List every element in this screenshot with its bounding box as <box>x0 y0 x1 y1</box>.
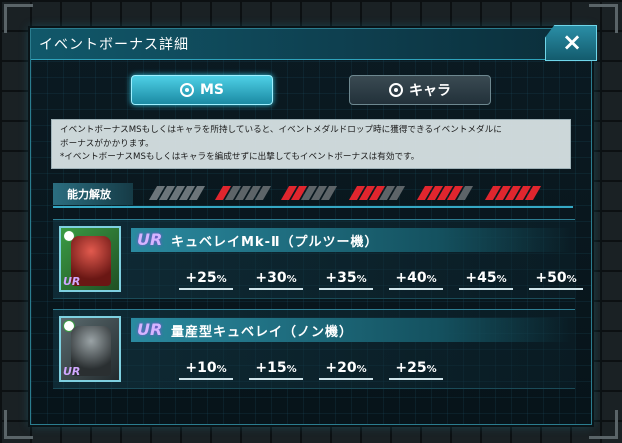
bonus-value: +50% <box>529 268 583 290</box>
bonus-value: +20% <box>319 358 373 380</box>
description-line: ボーナスがかかります。 <box>60 138 154 149</box>
release-level-1 <box>214 186 272 200</box>
bonus-value: +15% <box>249 358 303 380</box>
dialog-title: イベントボーナス詳細 <box>39 37 189 53</box>
tab-ms[interactable]: MS <box>131 75 273 105</box>
release-level-0 <box>148 186 206 200</box>
bonus-value: +45% <box>459 268 513 290</box>
frame-corner <box>4 410 33 439</box>
bonus-value: +40% <box>389 268 443 290</box>
bonus-values: +25% +30% +35% +40% +45% +50% <box>179 268 583 290</box>
ability-release-label: 能力解放 <box>53 183 133 205</box>
frame-corner <box>589 410 618 439</box>
tab-label: MS <box>199 82 224 98</box>
unit-name: キュベレイMk-Ⅱ（プルツー機） <box>171 235 379 250</box>
frame-corner <box>4 4 33 33</box>
close-icon: × <box>562 28 583 56</box>
rarity-badge: UR <box>63 275 81 288</box>
target-icon <box>179 83 194 97</box>
bonus-values: +10% +15% +20% +25% <box>179 358 443 380</box>
event-bonus-dialog: イベントボーナス詳細 × MS キャラ イベントボーナスMSもしくはキャラを所持… <box>30 25 597 425</box>
bonus-value: +30% <box>249 268 303 290</box>
bonus-unit-row[interactable]: UR UR キュベレイMk-Ⅱ（プルツー機） +25% +30% +35% +40% +… <box>53 219 583 299</box>
divider <box>53 206 573 208</box>
target-icon <box>389 83 403 97</box>
rarity-icon: UR <box>137 320 163 339</box>
description-line: *イベントボーナスMSもしくはキャラを編成せずに出撃してもイベントボーナスは有効… <box>60 152 420 162</box>
bonus-value: +35% <box>319 268 373 290</box>
bonus-value: +25% <box>389 358 443 380</box>
unit-portrait: UR <box>59 316 121 382</box>
release-level-2 <box>280 186 338 200</box>
rarity-badge: UR <box>63 365 81 378</box>
release-level-3 <box>348 186 406 200</box>
ability-release-header: 能力解放 <box>53 183 573 208</box>
close-button[interactable]: × <box>545 25 597 61</box>
bonus-value: +25% <box>179 268 233 290</box>
description-line: イベントボーナスMSもしくはキャラを所持していると、イベントメダルドロップ時に獲… <box>60 125 502 135</box>
bonus-value: +10% <box>179 358 233 380</box>
tab-label: キャラ <box>409 83 451 99</box>
rarity-icon: UR <box>137 230 163 249</box>
bonus-unit-row[interactable]: UR UR 量産型キュベレイ（ノン機） +10% +15% +20% +25% <box>53 309 575 389</box>
unit-namebar: UR キュベレイMk-Ⅱ（プルツー機） <box>131 228 571 252</box>
unit-namebar: UR 量産型キュベレイ（ノン機） <box>131 318 571 342</box>
dialog-titlebar: イベントボーナス詳細 <box>31 29 561 60</box>
release-level-5 <box>484 186 542 200</box>
unit-portrait: UR <box>59 226 121 292</box>
unit-name: 量産型キュベレイ（ノン機） <box>171 325 354 340</box>
bonus-description: イベントボーナスMSもしくはキャラを所持していると、イベントメダルドロップ時に獲… <box>51 119 571 169</box>
tab-chara[interactable]: キャラ <box>349 75 491 105</box>
release-level-4 <box>416 186 474 200</box>
